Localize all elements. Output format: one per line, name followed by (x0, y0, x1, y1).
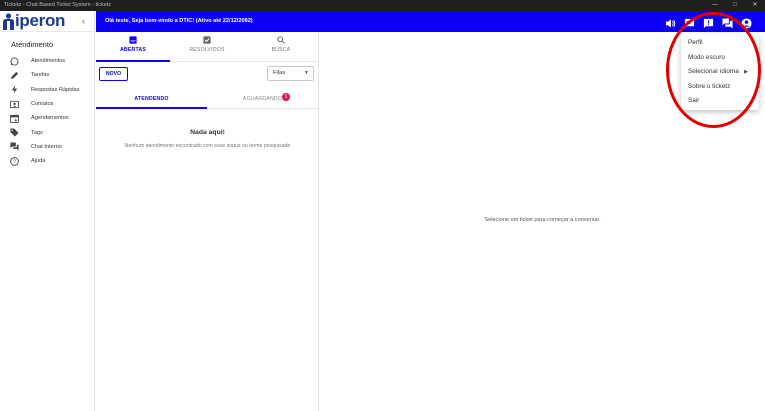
tab-abertas[interactable]: ABERTAS (96, 32, 170, 62)
pencil-icon (9, 70, 19, 80)
sidebar: iperon ‹ Atendimento Atendimentos Tarefa… (0, 11, 95, 411)
chevron-down-icon: ▼ (304, 70, 309, 76)
brand: iperon ‹ (0, 11, 94, 32)
forum-icon (9, 142, 19, 152)
tickets-panel: ABERTAS RESOLVIDOS BUSCA NOVO Filas ▼ AT… (96, 32, 319, 411)
tab-resolvidos[interactable]: RESOLVIDOS (170, 32, 244, 62)
empty-state-title: Nada aqui! (190, 129, 225, 136)
sidebar-item-respostas-rapidas[interactable]: Respostas Rápidas (0, 83, 94, 97)
logo-icon (3, 13, 14, 30)
tab-label: BUSCA (271, 47, 291, 53)
window-title: Ticketz - Chat Based Ticket System - tic… (4, 2, 112, 8)
sidebar-item-tarefas[interactable]: Tarefas (0, 68, 94, 82)
menu-item-label: Sair (688, 97, 700, 104)
window-maximize-button[interactable]: □ (725, 0, 745, 11)
empty-state-message: Nenhum atendimento encontrado com esse s… (124, 143, 291, 149)
brand-logo-text: iperon (15, 11, 66, 30)
sidebar-item-label: Contatos (31, 101, 54, 108)
window-close-button[interactable]: ✕ (745, 0, 765, 11)
new-ticket-button[interactable]: NOVO (99, 67, 128, 81)
waiting-count-badge: 1 (282, 93, 290, 101)
window-minimize-button[interactable]: — (705, 0, 725, 11)
submenu-arrow-icon: ▶ (744, 69, 748, 75)
window-controls: — □ ✕ (705, 0, 765, 11)
inbox-icon (129, 36, 137, 44)
feedback-icon[interactable] (703, 16, 714, 29)
sidebar-section-title: Atendimento (11, 40, 54, 49)
sidebar-item-label: Respostas Rápidas (31, 86, 80, 93)
menu-item-sair[interactable]: Sair (681, 94, 759, 109)
tickets-tabs: ABERTAS RESOLVIDOS BUSCA (96, 32, 318, 62)
top-app-bar: Olá teste, Seja bem-vindo a DTIC! (Ativo… (96, 11, 765, 32)
sidebar-item-label: Ajuda (31, 158, 46, 165)
no-ticket-selected-message: Selecione um ticket para começar a conve… (484, 217, 601, 223)
tab-label: RESOLVIDOS (189, 47, 225, 53)
sidebar-item-agendamentos[interactable]: Agendamentos (0, 111, 94, 125)
sidebar-item-contatos[interactable]: Contatos (0, 97, 94, 111)
menu-item-label: Perfil (688, 39, 703, 46)
user-menu: Perfil Modo escuro Selecionar idioma ▶ S… (681, 34, 759, 110)
chat-icon[interactable] (722, 16, 733, 29)
svg-text:?: ? (13, 159, 16, 165)
sidebar-item-label: Agendamentos (31, 115, 69, 122)
queue-select[interactable]: Filas ▼ (267, 66, 314, 81)
tag-icon (9, 128, 19, 138)
collapse-sidebar-icon[interactable]: ‹ (82, 16, 85, 26)
bolt-icon (9, 85, 19, 95)
calendar-icon (9, 113, 19, 123)
menu-item-label: Modo escuro (688, 53, 725, 61)
tab-label: ABERTAS (119, 47, 147, 53)
subtab-aguardando[interactable]: AGUARDANDO (207, 90, 318, 109)
sidebar-item-label: Atendimentos (31, 58, 66, 65)
sidebar-item-label: Tarefas (31, 72, 50, 79)
menu-item-perfil[interactable]: Perfil (681, 36, 759, 51)
menu-item-label: Selecionar idioma (688, 68, 739, 75)
menu-item-modo-escuro[interactable]: Modo escuro (681, 51, 759, 66)
sidebar-item-ajuda[interactable]: ? Ajuda (0, 154, 94, 168)
check-box-icon (203, 36, 211, 44)
sidebar-item-tags[interactable]: Tags (0, 125, 94, 139)
sidebar-item-label: Chat Interno (31, 143, 62, 150)
help-icon: ? (9, 156, 19, 166)
welcome-message: Olá teste, Seja bem-vindo a DTIC! (Ativo… (105, 18, 253, 24)
tickets-toolbar: NOVO Filas ▼ (96, 62, 318, 90)
whatsapp-icon (9, 56, 19, 66)
search-icon (277, 36, 285, 44)
announcement-icon[interactable] (684, 16, 695, 29)
account-circle-icon[interactable] (741, 16, 752, 29)
sidebar-item-atendimentos[interactable]: Atendimentos (0, 54, 94, 68)
queue-select-value: Filas (273, 70, 286, 76)
tickets-subtabs: ATENDENDO AGUARDANDO 1 (96, 90, 318, 109)
subtab-atendendo[interactable]: ATENDENDO (96, 90, 207, 109)
contacts-icon (9, 99, 19, 109)
menu-item-selecionar-idioma[interactable]: Selecionar idioma ▶ (681, 65, 759, 80)
sidebar-item-label: Tags (31, 129, 43, 136)
window-titlebar: Ticketz - Chat Based Ticket System - tic… (0, 0, 765, 11)
menu-item-label: Sobre o ticketz (688, 82, 731, 90)
tab-busca[interactable]: BUSCA (244, 32, 318, 62)
menu-item-sobre[interactable]: Sobre o ticketz (681, 80, 759, 95)
sidebar-item-chat-interno[interactable]: Chat Interno (0, 140, 94, 154)
volume-icon[interactable] (665, 16, 676, 28)
